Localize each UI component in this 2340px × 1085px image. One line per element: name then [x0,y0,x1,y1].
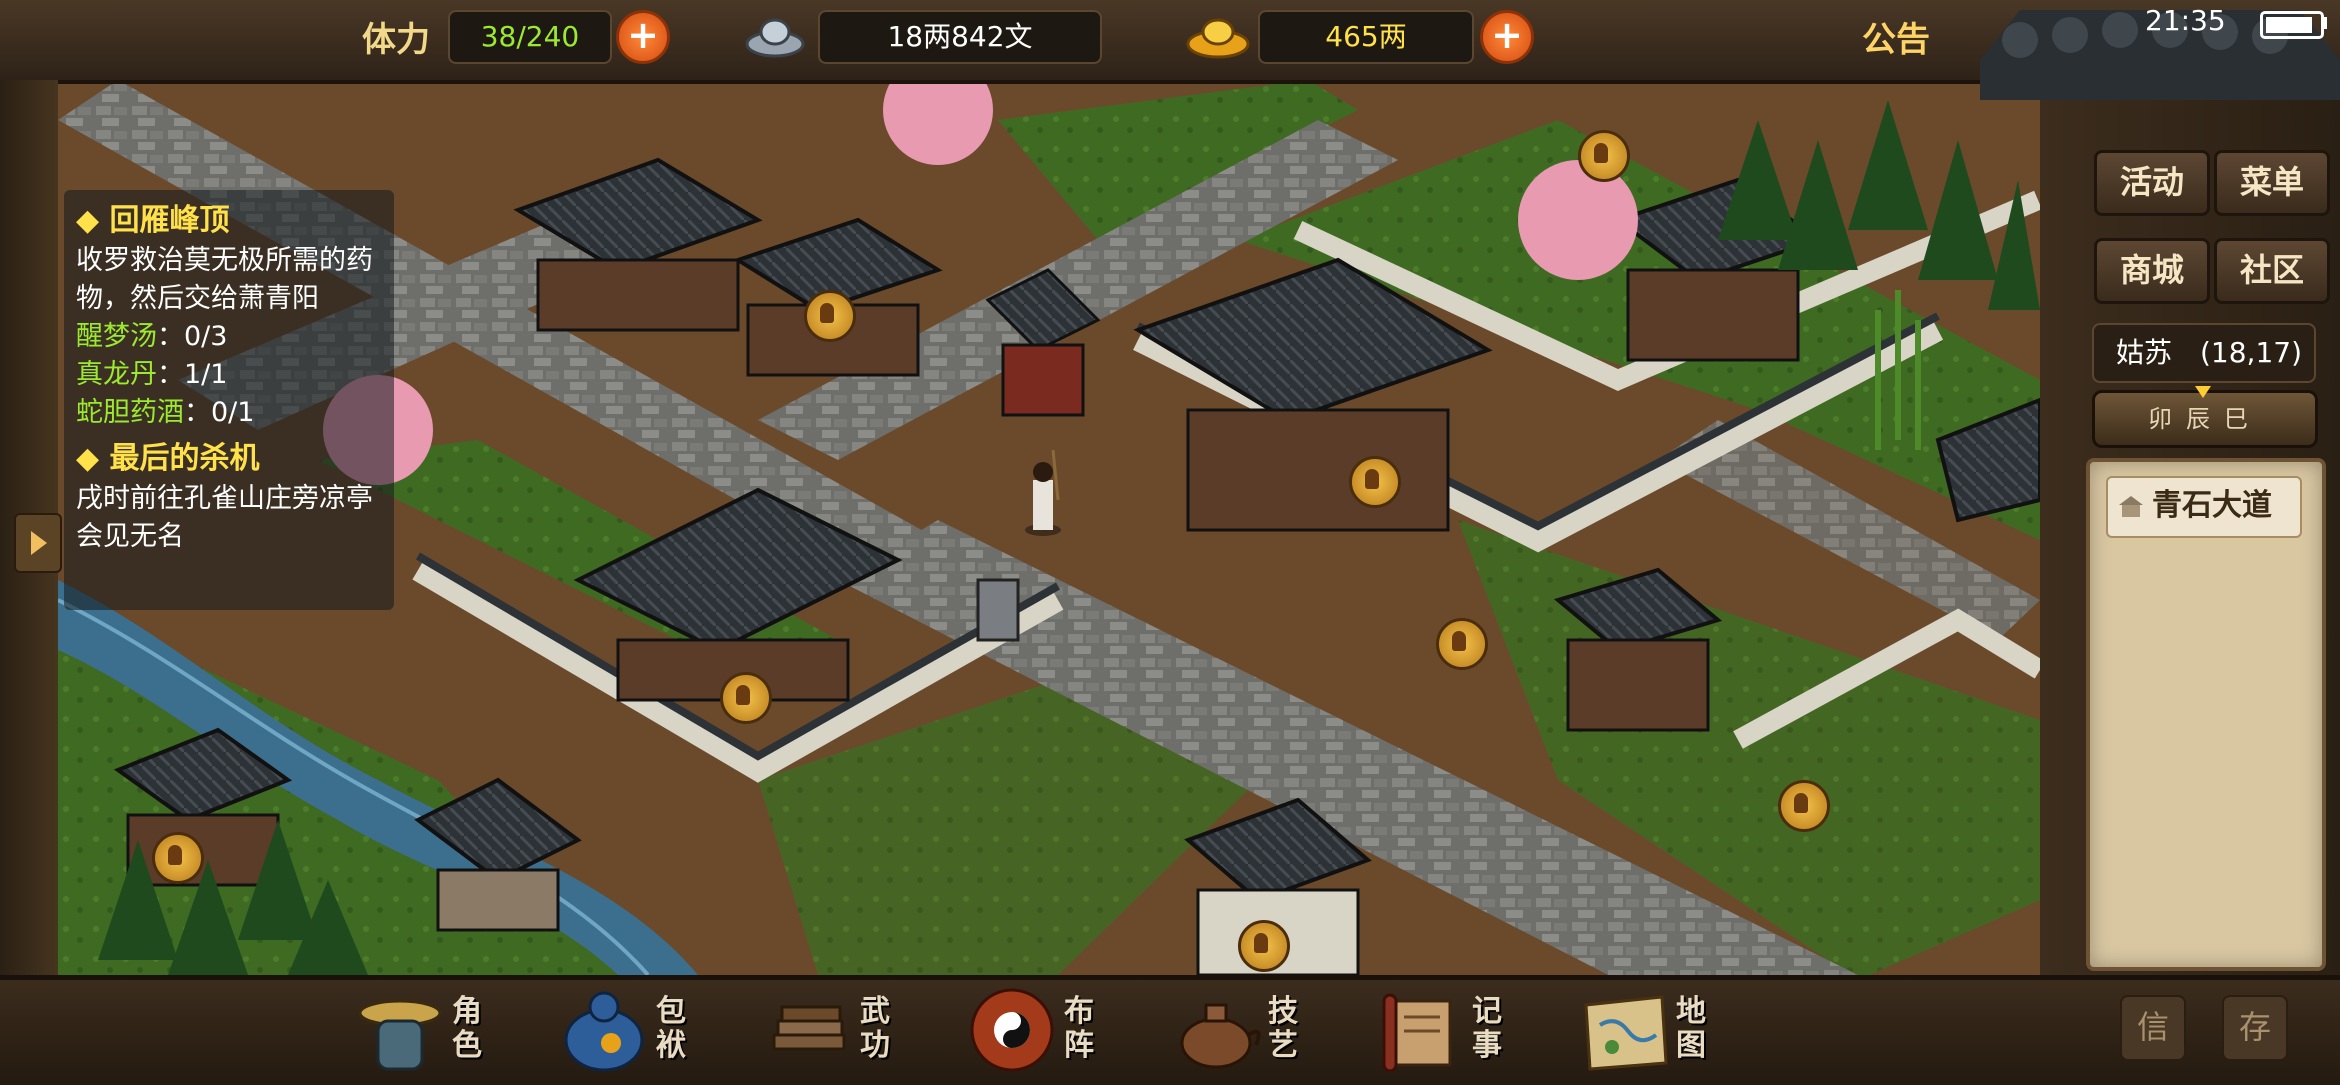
menu-formation[interactable]: 布阵 [964,985,1114,1075]
quest-title[interactable]: ◆ 回雁峰顶 [76,200,382,242]
silver-ingot-icon [745,18,805,58]
npc-marker[interactable] [1238,920,1290,972]
quest-description: 收罗救治莫无极所需的药物，然后交给萧青阳 [76,245,373,314]
menu-label: 包袱 [656,994,686,1063]
npc-marker[interactable] [720,672,772,724]
stamina-value: 38/240 [448,10,612,64]
menu-button[interactable]: 菜单 [2214,150,2330,216]
clock: 21:35 [2145,4,2226,37]
menu-label: 布阵 [1064,994,1094,1063]
time-marker-icon [2195,386,2211,398]
add-stamina-button[interactable]: + [616,10,670,64]
house-icon [2119,496,2143,517]
silver-value: 18两842文 [818,10,1102,64]
stamina-label: 体力 [362,20,430,60]
menu-label: 武功 [860,994,890,1063]
npc-marker[interactable] [152,832,204,884]
menu-craft[interactable]: 技艺 [1168,985,1318,1075]
game-frame: 体力 38/240 + 18两842文 465两 + 公告 21:35 ◆ 回雁… [0,0,2340,1085]
city-name: 姑苏 [2116,336,2173,369]
craft-icon [1180,1003,1261,1069]
npc-marker[interactable] [1436,618,1488,670]
menu-map[interactable]: 地图 [1576,985,1726,1075]
npc-marker[interactable] [1578,130,1630,182]
gold-ingot-icon [1186,18,1250,59]
quest-item: 醒梦汤：0/3 [76,321,228,352]
location-display: 姑苏 (18,17) [2092,323,2316,383]
quest-tracker[interactable]: ◆ 回雁峰顶 收罗救治莫无极所需的药物，然后交给萧青阳 醒梦汤：0/3 真龙丹：… [64,190,394,610]
coordinates: (18,17) [2199,336,2302,369]
menu-label: 技艺 [1268,994,1298,1063]
bag-icon [564,991,644,1072]
journal-icon [1382,993,1452,1073]
npc-marker[interactable] [1778,780,1830,832]
add-gold-button[interactable]: + [1480,10,1534,64]
place-item[interactable]: 青石大道 [2106,476,2302,538]
activity-button[interactable]: 活动 [2094,150,2210,216]
quest-item: 蛇胆药酒：0/1 [76,397,255,428]
notice-button[interactable]: 公告 [1862,12,1930,61]
mail-button[interactable]: 信 [2120,995,2186,1061]
map-icon [1584,995,1668,1071]
gold-value: 465两 [1258,10,1474,64]
menu-character[interactable]: 角色 [352,985,502,1075]
menu-label: 角色 [452,994,482,1063]
save-button[interactable]: 存 [2222,995,2288,1061]
character-icon [358,999,442,1071]
menu-martial-arts[interactable]: 武功 [760,985,910,1075]
time-of-day-bar: 卯辰巳 [2092,390,2318,448]
expand-arrow-button[interactable] [14,513,62,573]
martial-arts-icon [772,1005,846,1051]
menu-label: 记事 [1472,994,1502,1063]
battery-tip [2322,17,2327,29]
quest-title[interactable]: ◆ 最后的杀机 [76,438,382,480]
quest-item: 真龙丹：1/1 [76,359,228,390]
shop-button[interactable]: 商城 [2094,238,2210,304]
npc-marker[interactable] [1349,456,1401,508]
formation-icon [970,988,1054,1072]
community-button[interactable]: 社区 [2214,238,2330,304]
battery-icon [2260,11,2324,39]
npc-marker[interactable] [804,290,856,342]
quest-description: 戌时前往孔雀山庄旁凉亭会见无名 [76,483,373,552]
menu-journal[interactable]: 记事 [1372,985,1522,1075]
menu-bag[interactable]: 包袱 [556,985,706,1075]
menu-label: 地图 [1676,994,1706,1063]
